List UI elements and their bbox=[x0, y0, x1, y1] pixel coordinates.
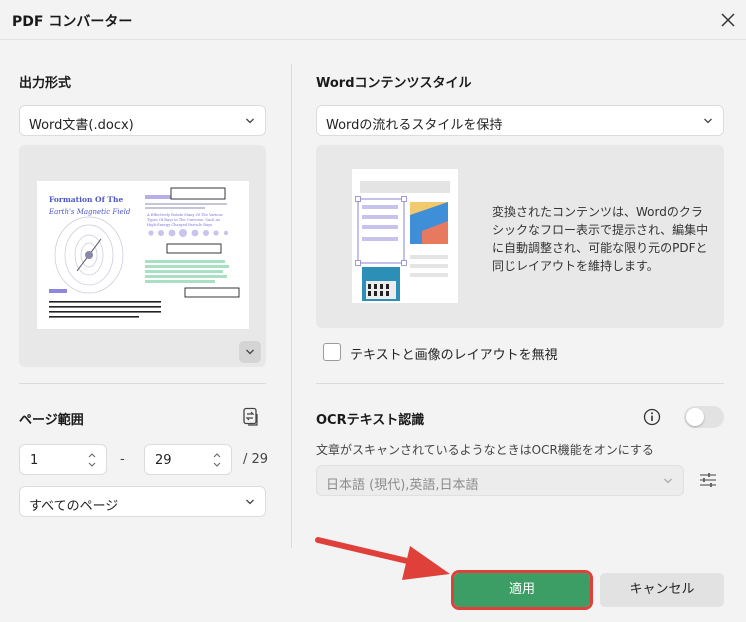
chevron-down-icon bbox=[704, 118, 712, 124]
ignore-layout-label: テキストと画像のレイアウトを無視 bbox=[350, 348, 558, 363]
toggle-knob bbox=[686, 408, 704, 426]
ocr-language-value: 日本語 (現代),英語,日本語 bbox=[326, 478, 479, 493]
arrow-annotation-icon bbox=[315, 537, 450, 580]
pages-option-select[interactable]: すべてのページ bbox=[19, 486, 266, 517]
sliders-icon bbox=[700, 473, 716, 487]
page-range-heading: ページ範囲 bbox=[19, 413, 84, 428]
page-range-settings-button[interactable] bbox=[240, 406, 262, 428]
output-format-select[interactable]: Word文書(.docx) bbox=[19, 105, 266, 136]
output-format-heading: 出力形式 bbox=[19, 76, 72, 91]
column-divider bbox=[291, 64, 292, 548]
ocr-toggle[interactable] bbox=[684, 406, 724, 428]
left-divider bbox=[19, 383, 266, 384]
preview-doc-title-1: Formation Of The bbox=[49, 195, 123, 204]
page-to-stepper[interactable]: 29 bbox=[144, 444, 232, 475]
svg-text:A Effectively Rotate Many Of T: A Effectively Rotate Many Of The Various bbox=[146, 213, 223, 217]
ignore-layout-checkbox[interactable] bbox=[323, 343, 341, 361]
page-to-value: 29 bbox=[155, 453, 172, 468]
dialog-title: PDF コンバーター bbox=[12, 14, 133, 30]
ocr-settings-button[interactable] bbox=[697, 469, 719, 491]
svg-text:Types Of Rays in The Universe,: Types Of Rays in The Universe, Such As bbox=[147, 218, 220, 222]
word-style-description: 変換されたコンテンツは、Wordのクラシックなフロー表示で提示され、編集中に自動… bbox=[492, 205, 709, 273]
page-swap-icon bbox=[243, 407, 258, 426]
pages-option-value: すべてのページ bbox=[29, 499, 119, 514]
close-icon bbox=[721, 13, 735, 27]
word-style-card: 変換されたコンテンツは、Wordのクラシックなフロー表示で提示され、編集中に自動… bbox=[316, 145, 724, 328]
info-icon bbox=[643, 408, 661, 426]
output-format-value: Word文書(.docx) bbox=[29, 118, 134, 133]
right-divider bbox=[316, 383, 724, 384]
preview-doc-title-2: Earth's Magnetic Field bbox=[48, 208, 131, 216]
range-separator: - bbox=[120, 452, 125, 467]
preview-thumbnail: Formation Of The Earth's Magnetic Field … bbox=[48, 187, 240, 318]
stepper-arrows-icon[interactable] bbox=[212, 450, 222, 470]
apply-button[interactable]: 適用 bbox=[451, 570, 593, 610]
document-preview: Formation Of The Earth's Magnetic Field … bbox=[19, 145, 266, 367]
chevron-down-icon bbox=[246, 499, 254, 505]
page-from-value: 1 bbox=[30, 453, 39, 468]
page-from-stepper[interactable]: 1 bbox=[19, 444, 107, 475]
ocr-heading: OCRテキスト認識 bbox=[316, 413, 425, 428]
chevron-down-icon bbox=[246, 118, 254, 124]
title-bar: PDF コンバーター bbox=[0, 0, 746, 40]
chevron-down-icon bbox=[664, 478, 672, 484]
ocr-info-button[interactable] bbox=[643, 408, 661, 426]
svg-text:High-Energy Charged Particle R: High-Energy Charged Particle Rays bbox=[147, 223, 212, 227]
expand-preview-button[interactable] bbox=[239, 341, 261, 363]
word-style-select[interactable]: Wordの流れるスタイルを保持 bbox=[316, 105, 724, 136]
cancel-button[interactable]: キャンセル bbox=[600, 573, 724, 607]
flow-layout-illustration bbox=[352, 169, 458, 303]
stepper-arrows-icon[interactable] bbox=[87, 450, 97, 470]
ocr-language-select[interactable]: 日本語 (現代),英語,日本語 bbox=[316, 465, 684, 496]
word-style-heading: Wordコンテンツスタイル bbox=[316, 76, 472, 91]
close-button[interactable] bbox=[716, 8, 740, 32]
page-total: / 29 bbox=[243, 452, 269, 467]
preview-page: Formation Of The Earth's Magnetic Field … bbox=[37, 181, 249, 329]
word-style-value: Wordの流れるスタイルを保持 bbox=[326, 118, 503, 133]
chevron-down-icon bbox=[246, 349, 254, 355]
ocr-description: 文章がスキャンされているようなときはOCR機能をオンにする bbox=[316, 443, 654, 457]
